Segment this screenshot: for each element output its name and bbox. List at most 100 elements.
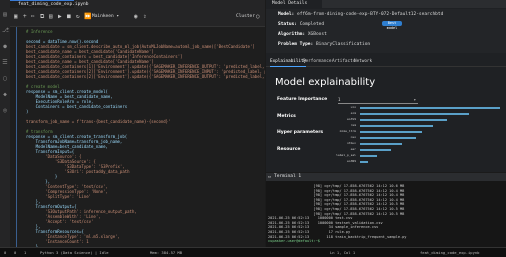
terminal-tab-label[interactable]: Terminal 1 — [274, 173, 301, 181]
terminal-panel: ▭ Terminal 1 [98] cgr/tmp/ 17-858-676756… — [266, 173, 506, 247]
chevron-down-icon: ▾ — [413, 97, 416, 102]
model-label: Model: — [278, 12, 295, 17]
status-value: Completed — [299, 22, 325, 27]
cell-type-value: Mainkeen — [92, 14, 114, 19]
code-line: best_candidate_containers[2]['Environmen… — [26, 74, 265, 79]
folder-icon[interactable]: ▤ — [2, 12, 8, 18]
feature-importance-bar — [360, 149, 391, 151]
algorithm-label: Algorithm: — [278, 32, 306, 37]
terminal-tabbar: ▭ Terminal 1 — [266, 173, 506, 181]
model-details-tab[interactable]: Model Details — [266, 0, 322, 8]
terminal-line: [98] cgr/tmp/ 17-858-6767562 14:12 10.5 … — [268, 207, 405, 211]
chevron-down-icon: ▾ — [116, 14, 120, 19]
statusbar-item: Python 3 (Data Science) | Idle — [40, 250, 109, 255]
statusbar-item: Ln 1, Col 1 — [330, 250, 356, 255]
model-details-tab-label: Model Details — [272, 1, 308, 6]
model-row: Model: eff6m-from-dining-code-exp-BTY-07… — [278, 12, 443, 18]
terminal-line: 2021-06-25 06:52:13 17 rule.py — [268, 230, 351, 234]
feature-label: ntbun — [346, 141, 356, 145]
code-cell[interactable]: # Inference second = dataTime.now().secon… — [10, 27, 265, 247]
feature-select-value: 1 — [338, 97, 341, 102]
cluster-text: Cluster — [236, 14, 255, 19]
notebook-editor: feat_diming_code_exp.ipynb ▣ + ✂ ⧉ ▤ ▶ ■… — [10, 0, 265, 247]
status-label: Status: — [278, 22, 297, 27]
feature-importance-bar — [360, 131, 422, 133]
cluster-label[interactable]: Cluster — [236, 13, 255, 21]
best-model-badge-text: Best model — [386, 21, 398, 30]
status-row: Status: Completed — [278, 22, 324, 28]
feature-label: mime_ltrm — [339, 129, 356, 133]
statusbar-item: Mem: 384.57 MB — [150, 250, 183, 255]
feature-importance-bar — [360, 113, 470, 115]
add-cell-icon[interactable]: + — [23, 14, 27, 20]
statusbar-item: feat_diming_code_exp.ipynb — [420, 250, 480, 255]
feature-importance-label[interactable]: Feature Importance — [277, 97, 327, 102]
feature-importance-bar — [360, 143, 402, 145]
tab-explainability[interactable]: Explainability — [270, 58, 307, 67]
share-icon[interactable]: ⇪ — [143, 14, 147, 20]
git-icon[interactable]: ⎇ — [2, 28, 9, 34]
running-icon[interactable]: ● — [2, 44, 8, 50]
statusbar-item: 0 — [4, 250, 7, 255]
tab-network[interactable]: Network — [354, 58, 372, 66]
feature-label: uio — [350, 105, 356, 109]
run-icon[interactable]: ▶ — [58, 14, 62, 20]
metrics-label[interactable]: Metrics — [277, 114, 296, 119]
terminal-line: [98] cgr/tmp/ 17-858-6767562 14:12 10.5 … — [268, 211, 405, 216]
problem-type-label: Problem Type: — [278, 42, 314, 47]
feature-label: eo3N9 — [346, 159, 356, 163]
terminal-line: [98] cgr/tmp/ 17-858-6767562 14:12 10.4 … — [268, 193, 405, 198]
tabs-icon[interactable]: ▢ — [2, 76, 8, 82]
notebook-tab[interactable]: feat_diming_code_exp.ipynb — [10, 0, 88, 8]
feature-importance-bar — [360, 125, 433, 127]
algorithm-row: Algorithm: XGBoost — [278, 32, 327, 38]
experiments-icon[interactable]: ◎ — [2, 108, 8, 114]
code-line: Containers = best_candidate_containers — [26, 104, 128, 109]
terminal-line: 2021-06-25 06:52:13 1000000 testset_vali… — [268, 220, 383, 225]
model-details-panel: Model Details Model: eff6m-from-dining-c… — [266, 0, 506, 172]
feature-label: aim — [350, 111, 356, 115]
notebook-toolbar: ▣ + ✂ ⧉ ▤ ▶ ■ ↻ ⏩ Mainkeen ▾ ◉ ⇪ Cluster… — [10, 8, 265, 27]
fast-forward-icon[interactable]: ⏩ — [84, 14, 91, 20]
code-line: # Inference — [26, 29, 53, 34]
best-model-badge: Best model — [382, 21, 402, 30]
restart-icon[interactable]: ↻ — [76, 14, 80, 20]
model-details-tabbar: Model Details — [266, 0, 506, 8]
commands-icon[interactable]: ☰ — [2, 60, 8, 66]
tab-artifacts[interactable]: Artifacts — [332, 58, 355, 66]
statusbar-item: 0 — [14, 250, 17, 255]
code-line: transform_job_name = f'trans-{best_candi… — [26, 119, 171, 124]
extensions-icon[interactable]: ◆ — [2, 92, 8, 98]
feature-importance-bar — [360, 119, 447, 121]
cell-type-select[interactable]: Mainkeen ▾ — [92, 13, 130, 21]
save-icon[interactable]: ▣ — [14, 14, 18, 20]
model-info-card: Model: eff6m-from-dining-code-exp-BTY-07… — [266, 9, 506, 53]
resource-label[interactable]: Resource — [277, 147, 300, 152]
paste-icon[interactable]: ▤ — [49, 14, 53, 20]
terminal-line: 2021-06-25 06:52:13 34 sample_inference.… — [268, 225, 379, 230]
feature-importance-chart: uio aim eo3S9 rem mime_ltrm nso ntbun ear label_… — [326, 106, 504, 170]
terminal-line: [98] cgr/tmp/ 17-858-6767562 14:12 10.4 … — [268, 188, 405, 193]
feature-importance-bar — [360, 161, 369, 163]
github-icon[interactable]: ◉ — [134, 14, 138, 20]
feature-label: nso — [350, 135, 356, 139]
terminal-icon: ▭ — [268, 174, 272, 180]
explainability-title: Model explainability — [275, 77, 376, 88]
tab-performance[interactable]: Performance — [303, 58, 331, 66]
code-line: ) — [26, 109, 29, 114]
feature-importance-bar — [360, 155, 377, 157]
stop-icon[interactable]: ■ — [67, 14, 71, 20]
algorithm-value: XGBoost — [307, 32, 327, 37]
terminal-line: cupasker-user@default:~$ — [268, 239, 320, 244]
hyper-parameters-label[interactable]: Hyper parameters — [277, 130, 323, 135]
feature-label: eo3S9 — [346, 117, 356, 121]
terminal-line: [98] cgr/tmp/ 17-858-6767562 14:12 10.6 … — [268, 184, 405, 188]
feature-importance-select[interactable]: 1 ▾ — [338, 96, 418, 104]
terminal-line: [98] cgr/tmp/ 17-858-6767562 14:12 10.5 … — [268, 202, 405, 207]
feature-label: label_p_sal — [336, 153, 356, 157]
copy-icon[interactable]: ⧉ — [40, 14, 44, 20]
cut-icon[interactable]: ✂ — [31, 14, 35, 20]
notebook-tab-label: feat_diming_code_exp.ipynb — [18, 2, 89, 7]
terminal-line: [98] cgr/tmp/ 17-858-6767562 14:12 10.4 … — [268, 197, 405, 202]
feature-label: rem — [350, 123, 356, 127]
